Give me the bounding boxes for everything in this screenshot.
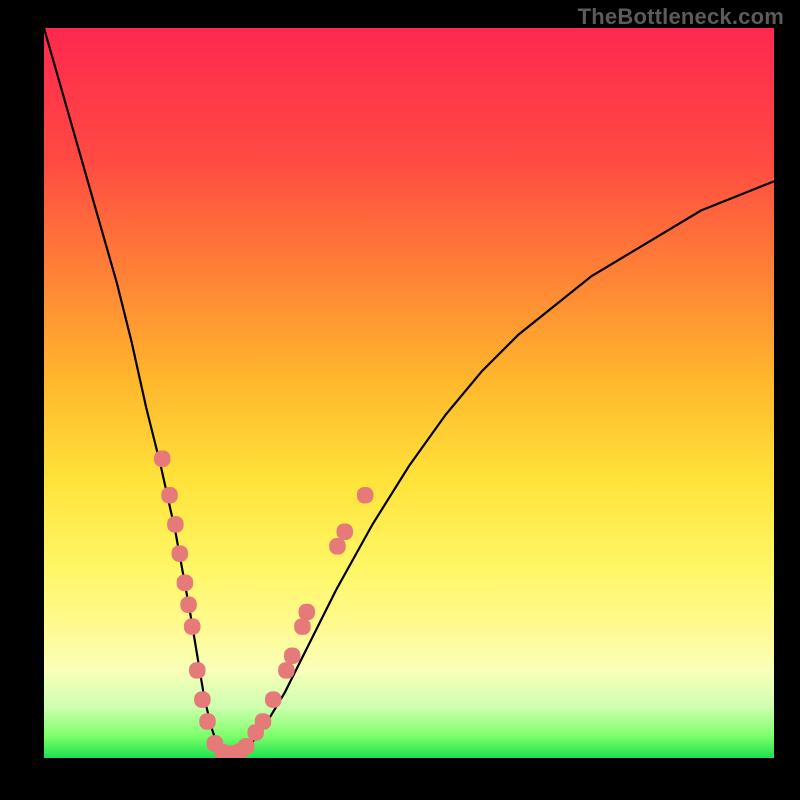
marker-dot bbox=[284, 648, 300, 664]
marker-dot bbox=[181, 597, 197, 613]
marker-dot bbox=[184, 619, 200, 635]
marker-dot bbox=[278, 662, 294, 678]
marker-dot bbox=[299, 604, 315, 620]
marker-dot bbox=[177, 575, 193, 591]
marker-group bbox=[154, 451, 373, 758]
marker-dot bbox=[172, 546, 188, 562]
marker-dot bbox=[189, 662, 205, 678]
marker-dot bbox=[337, 524, 353, 540]
marker-dot bbox=[154, 451, 170, 467]
plot-area bbox=[44, 28, 774, 758]
chart-svg bbox=[44, 28, 774, 758]
marker-dot bbox=[357, 487, 373, 503]
marker-dot bbox=[265, 692, 281, 708]
marker-dot bbox=[167, 516, 183, 532]
marker-dot bbox=[238, 738, 254, 754]
marker-dot bbox=[294, 619, 310, 635]
marker-dot bbox=[162, 487, 178, 503]
marker-dot bbox=[255, 714, 271, 730]
bottleneck-curve bbox=[44, 28, 774, 754]
chart-frame: TheBottleneck.com bbox=[0, 0, 800, 800]
marker-dot bbox=[200, 714, 216, 730]
marker-dot bbox=[329, 538, 345, 554]
marker-dot bbox=[194, 692, 210, 708]
attribution-text: TheBottleneck.com bbox=[578, 4, 784, 30]
